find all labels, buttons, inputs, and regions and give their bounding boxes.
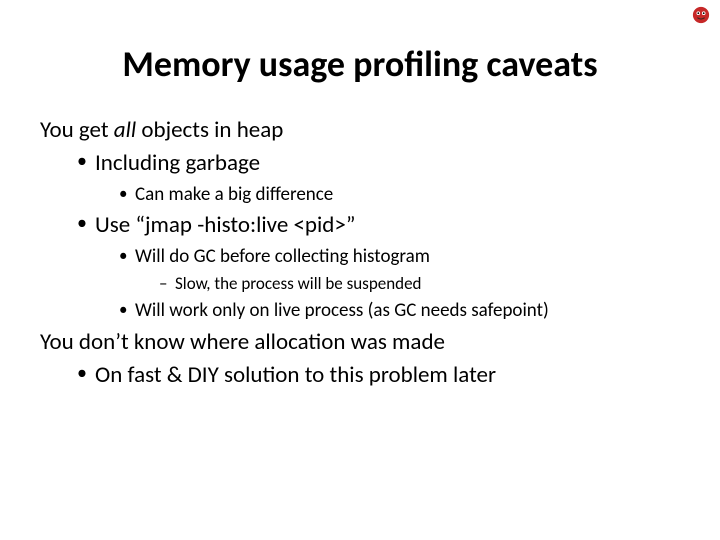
text: Will work only on live process (as GC ne… [135,299,549,322]
text: Use “jmap -histo:live <pid>” [95,211,355,239]
slide-body: You get all objects in heap Including ga… [40,114,680,393]
text: objects in heap [136,116,283,144]
bullet-l0: You don’t know where allocation was made [40,326,680,359]
corner-logo-icon [692,6,710,24]
text: You get [40,116,114,144]
text: Including garbage [95,149,260,177]
text: Slow, the process will be suspended [175,273,421,294]
slide-container: Memory usage profiling caveats You get a… [0,0,720,433]
text: Can make a big difference [135,183,333,206]
bullet-l3: Slow, the process will be suspended [175,271,680,297]
text-italic: all [114,116,136,144]
bullet-l1: Including garbage [95,147,680,180]
bullet-l1: On fast & DIY solution to this problem l… [95,359,680,392]
text: On fast & DIY solution to this problem l… [95,361,496,389]
slide-title: Memory usage profiling caveats [40,42,680,86]
text: You don’t know where allocation was made [40,328,445,356]
text: Will do GC before collecting histogram [135,245,430,268]
bullet-l2: Will work only on live process (as GC ne… [135,297,680,326]
bullet-l2: Will do GC before collecting histogram [135,243,680,272]
bullet-l2: Can make a big difference [135,181,680,210]
bullet-l0: You get all objects in heap [40,114,680,147]
bullet-l1: Use “jmap -histo:live <pid>” [95,209,680,242]
